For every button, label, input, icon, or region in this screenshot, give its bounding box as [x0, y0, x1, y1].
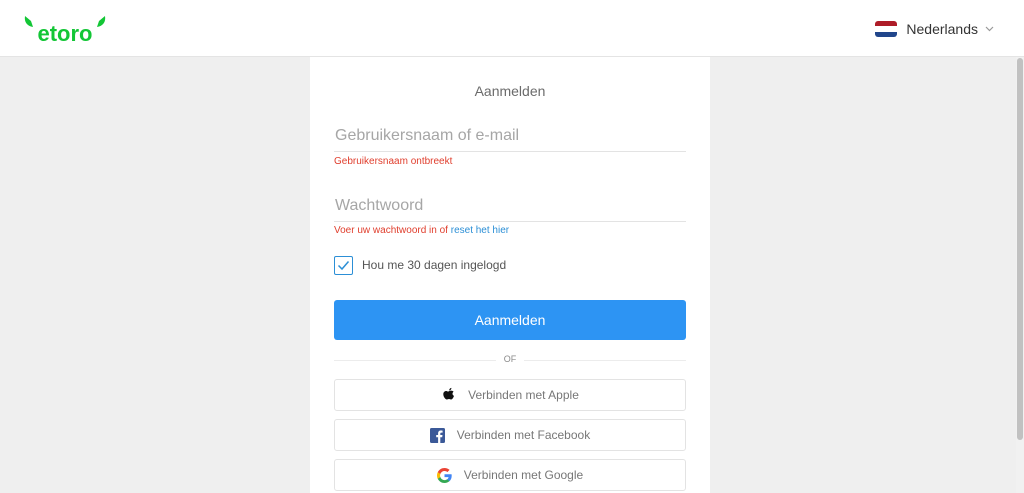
reset-password-link[interactable]: reset het hier: [451, 225, 509, 236]
netherlands-flag-icon: [875, 21, 898, 37]
remember-me-checkbox[interactable]: Hou me 30 dagen ingelogd: [334, 255, 506, 275]
or-divider-label: OF: [496, 354, 524, 364]
login-title: Aanmelden: [474, 83, 546, 99]
login-button[interactable]: Aanmelden: [334, 300, 686, 340]
chevron-down-icon: [985, 26, 994, 32]
connect-google-label: Verbinden met Google: [463, 468, 584, 482]
apple-icon: [441, 387, 457, 403]
password-input[interactable]: [334, 190, 686, 222]
etoro-logo[interactable]: etoro: [22, 12, 112, 46]
connect-facebook-label: Verbinden met Facebook: [456, 428, 591, 442]
language-label: Nederlands: [906, 21, 978, 37]
username-error: Gebruikersnaam ontbreekt: [334, 156, 453, 167]
page-scrollbar[interactable]: [1016, 57, 1024, 493]
password-error-text: Voer uw wachtwoord in of: [334, 225, 451, 236]
svg-text:etoro: etoro: [38, 21, 93, 46]
flag-stripe-blue: [875, 31, 898, 37]
connect-google-button[interactable]: Verbinden met Google: [334, 459, 686, 491]
scrollbar-thumb[interactable]: [1017, 58, 1023, 440]
top-header: etoro Nederlands: [0, 0, 1024, 57]
google-icon: [437, 467, 453, 483]
username-input[interactable]: [334, 120, 686, 152]
login-card: Aanmelden Gebruikersnaam ontbreekt Voer …: [310, 57, 710, 493]
connect-apple-button[interactable]: Verbinden met Apple: [334, 379, 686, 411]
language-selector[interactable]: Nederlands: [875, 18, 994, 40]
remember-me-label: Hou me 30 dagen ingelogd: [362, 258, 507, 272]
connect-facebook-button[interactable]: Verbinden met Facebook: [334, 419, 686, 451]
facebook-icon: [430, 427, 446, 443]
connect-apple-label: Verbinden met Apple: [468, 388, 579, 402]
password-error: Voer uw wachtwoord in of reset het hier: [334, 225, 509, 236]
etoro-logo-icon: etoro: [24, 16, 106, 46]
checkmark-icon: [337, 260, 350, 270]
checkbox-box[interactable]: [334, 255, 353, 275]
